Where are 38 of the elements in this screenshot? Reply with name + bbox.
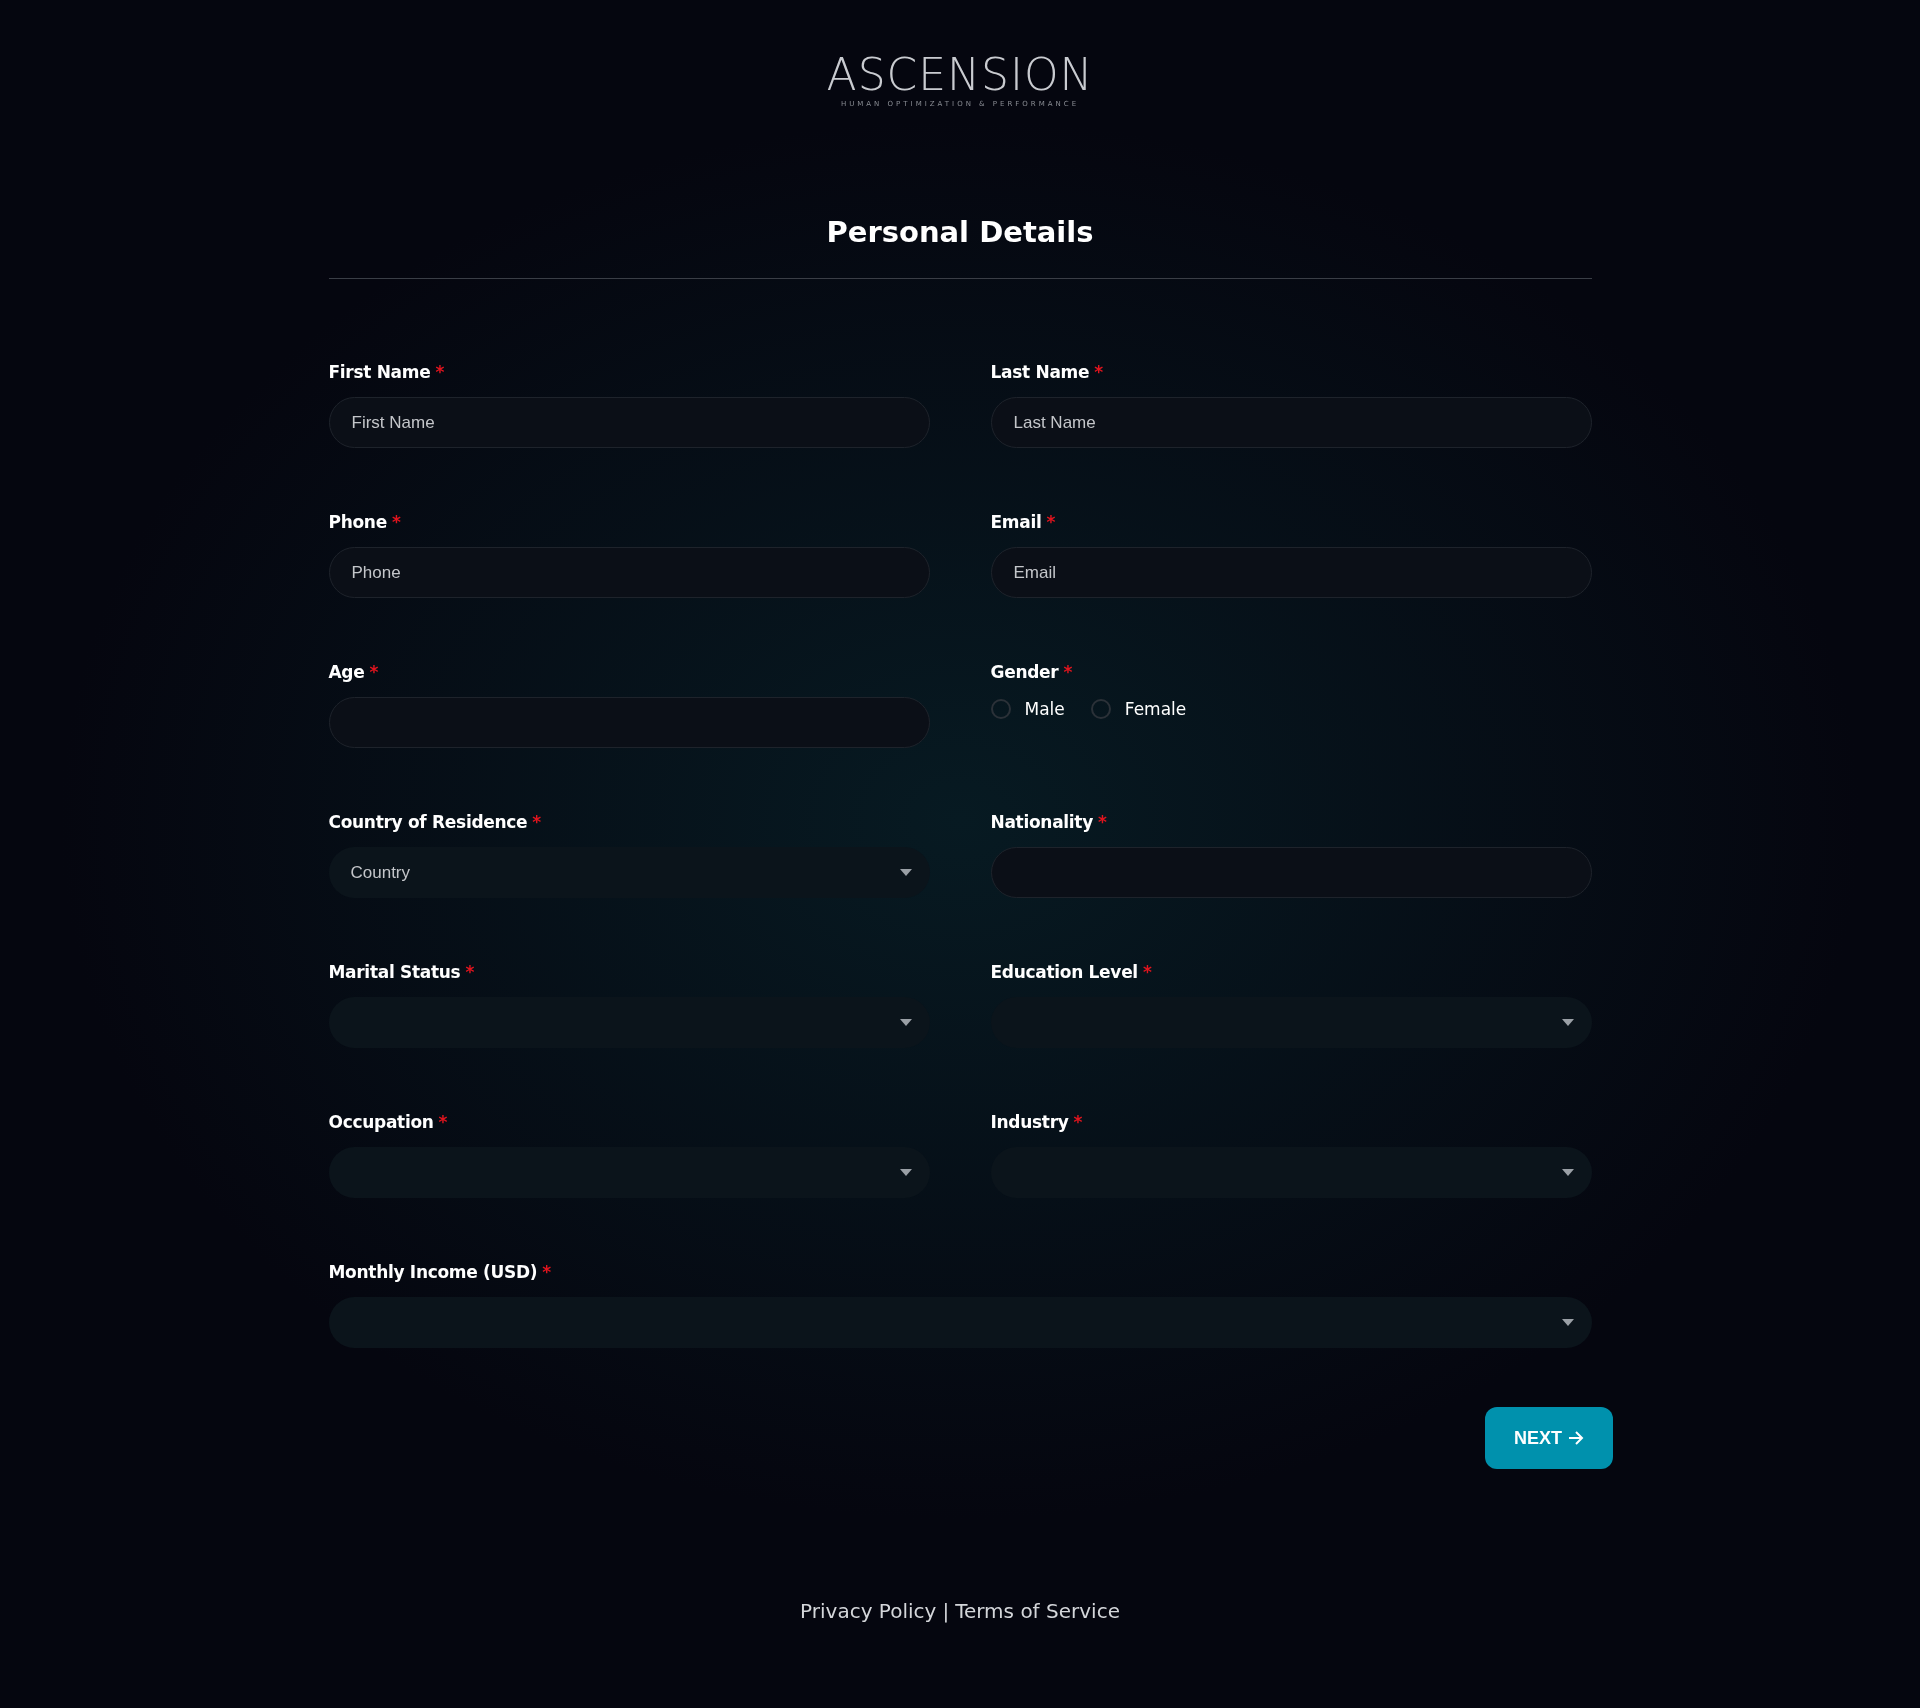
field-label: Industry * (990, 1111, 1084, 1133)
input-field[interactable]: Phone (328, 547, 930, 598)
field-label: Education Level * (990, 961, 1153, 983)
caret-icon (1561, 1019, 1574, 1026)
radio-option[interactable]: Male (990, 699, 1065, 719)
field-label: Age * (328, 661, 380, 683)
radio-button[interactable] (1090, 699, 1111, 719)
field-label: Phone * (328, 511, 402, 533)
input-field[interactable]: Email (990, 547, 1592, 598)
field-label: Gender * (990, 661, 1073, 683)
field-label: Monthly Income (USD) * (328, 1261, 552, 1283)
radio-button[interactable] (990, 699, 1011, 719)
field-label: Email * (990, 511, 1057, 533)
page-title: Personal Details (825, 214, 1095, 251)
dropdown-field[interactable]: Country (328, 847, 930, 898)
separator-text: | (942, 1599, 950, 1623)
footer-link[interactable]: Terms of Service (955, 1599, 1120, 1623)
field-label: Marital Status * (328, 961, 476, 983)
field-label: First Name * (328, 361, 446, 383)
field-label: Country of Residence * (328, 811, 542, 833)
next-button[interactable]: NEXT (1485, 1407, 1613, 1469)
input-field[interactable] (990, 847, 1592, 898)
input-field[interactable] (328, 697, 930, 748)
radio-option[interactable]: Female (1090, 699, 1187, 719)
dropdown-field[interactable] (328, 1297, 1592, 1348)
field-label: Last Name * (990, 361, 1104, 383)
footer-link[interactable]: Privacy Policy (800, 1599, 937, 1623)
caret-icon (899, 1019, 912, 1026)
input-field[interactable]: Last Name (990, 397, 1592, 448)
caret-icon (899, 1169, 912, 1176)
field-label: Occupation * (328, 1111, 449, 1133)
caret-icon (899, 869, 912, 876)
caret-icon (1561, 1169, 1574, 1176)
caret-icon (1561, 1319, 1574, 1326)
arrow-icon (1568, 1431, 1584, 1445)
logo-wordmark: ASCENSION (826, 52, 1094, 98)
field-label: Nationality * (990, 811, 1108, 833)
input-field[interactable]: First Name (328, 397, 930, 448)
